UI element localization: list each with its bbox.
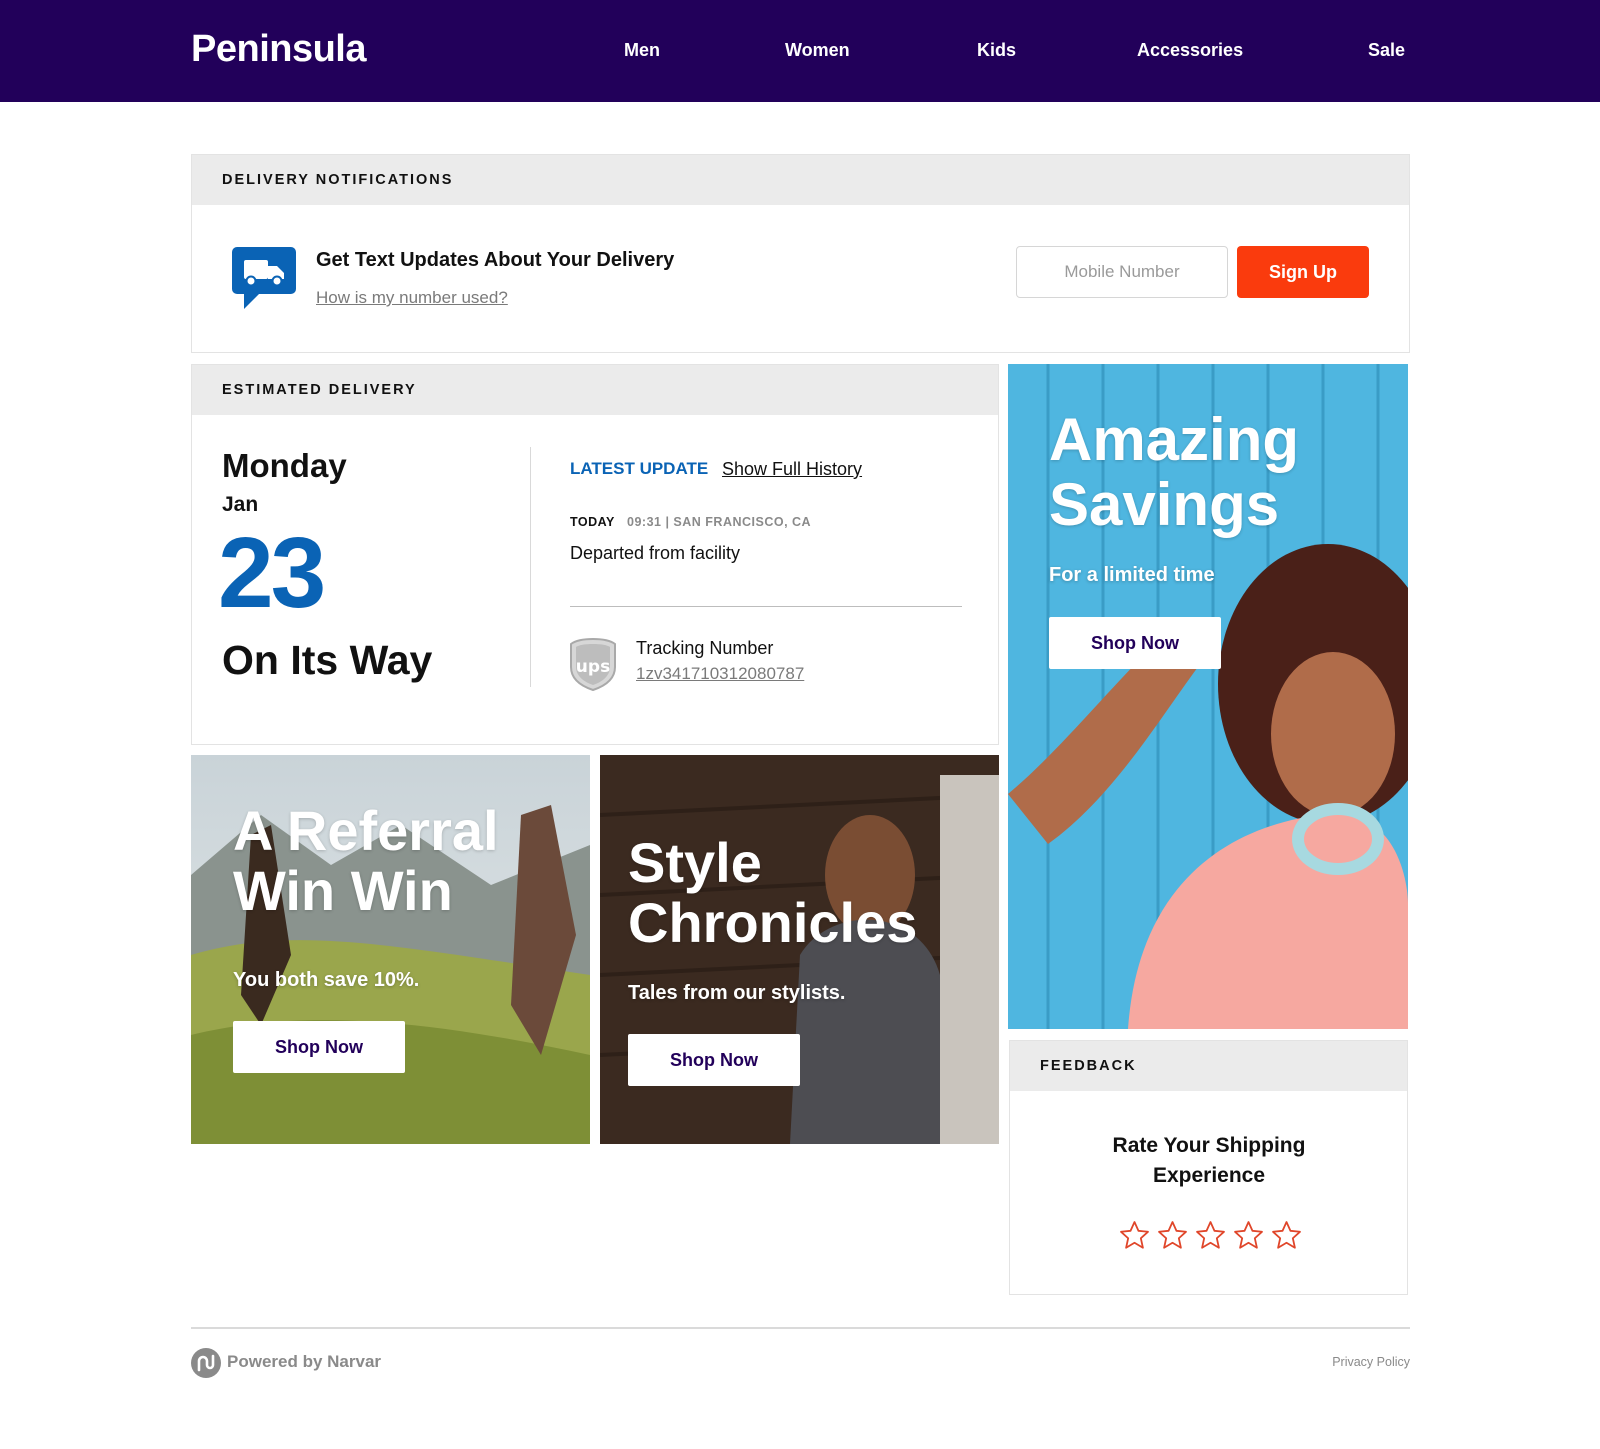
- tracking-number-label: Tracking Number: [636, 638, 774, 658]
- nav-item-sale[interactable]: Sale: [1368, 40, 1405, 61]
- nav-item-accessories[interactable]: Accessories: [1137, 40, 1243, 61]
- promo-referral: A Referral Win Win You both save 10%. Sh…: [191, 755, 590, 1144]
- delivery-month: Jan: [222, 493, 259, 516]
- delivery-day: Monday: [222, 447, 347, 484]
- shipment-status: On Its Way: [222, 637, 433, 683]
- promo-title: A Referral Win Win: [233, 799, 499, 923]
- mobile-number-input[interactable]: [1016, 246, 1228, 298]
- nav-item-kids[interactable]: Kids: [977, 40, 1016, 61]
- ups-icon: ups: [570, 637, 616, 691]
- promo-subtitle: You both save 10%.: [233, 969, 420, 991]
- footer-divider: [191, 1327, 1410, 1329]
- panel-header: DELIVERY NOTIFICATIONS: [192, 155, 1409, 205]
- promo-subtitle: For a limited time: [1049, 564, 1215, 586]
- estimated-delivery-panel: ESTIMATED DELIVERY Monday Jan 23 On Its …: [191, 364, 999, 745]
- panel-header: ESTIMATED DELIVERY: [192, 365, 998, 415]
- sign-up-button[interactable]: Sign Up: [1237, 246, 1369, 298]
- section-heading: DELIVERY NOTIFICATIONS: [222, 172, 454, 188]
- horizontal-divider: [570, 606, 962, 607]
- show-full-history-link[interactable]: Show Full History: [722, 459, 862, 480]
- top-navigation-bar: Peninsula Men Women Kids Accessories Sal…: [0, 0, 1600, 102]
- number-usage-link[interactable]: How is my number used?: [316, 288, 508, 308]
- update-time-location: 09:31 | SAN FRANCISCO, CA: [627, 515, 812, 529]
- tracking-number-link[interactable]: 1zv341710312080787: [636, 664, 804, 684]
- star-icon[interactable]: [1194, 1219, 1227, 1252]
- text-updates-title: Get Text Updates About Your Delivery: [316, 249, 675, 271]
- promo-amazing-savings: Amazing Savings For a limited time Shop …: [1008, 364, 1408, 1029]
- promo-title: Style Chronicles: [628, 831, 918, 955]
- section-heading: ESTIMATED DELIVERY: [222, 382, 417, 398]
- section-heading: FEEDBACK: [1040, 1058, 1137, 1074]
- panel-header: FEEDBACK: [1010, 1041, 1407, 1091]
- promo-subtitle: Tales from our stylists.: [628, 982, 846, 1004]
- latest-update-label: LATEST UPDATE: [570, 459, 709, 478]
- shop-now-button[interactable]: Shop Now: [628, 1034, 800, 1086]
- star-icon[interactable]: [1156, 1219, 1189, 1252]
- star-icon[interactable]: [1270, 1219, 1303, 1252]
- privacy-policy-link[interactable]: Privacy Policy: [1300, 1355, 1410, 1369]
- star-icon[interactable]: [1118, 1219, 1151, 1252]
- svg-text:ups: ups: [576, 657, 610, 677]
- feedback-panel: FEEDBACK Rate Your Shipping Experience: [1009, 1040, 1408, 1295]
- star-icon[interactable]: [1232, 1219, 1265, 1252]
- delivery-date: 23: [218, 517, 326, 629]
- delivery-notifications-panel: DELIVERY NOTIFICATIONS Get Text Updates …: [191, 154, 1410, 353]
- truck-chat-icon: [232, 247, 296, 309]
- vertical-divider: [530, 447, 531, 687]
- nav-item-men[interactable]: Men: [624, 40, 660, 61]
- nav-item-women[interactable]: Women: [785, 40, 850, 61]
- powered-by-text: Powered by Narvar: [227, 1352, 382, 1371]
- shop-now-button[interactable]: Shop Now: [233, 1021, 405, 1073]
- promo-title: Amazing Savings: [1049, 406, 1300, 538]
- promo-style-chronicles: Style Chronicles Tales from our stylists…: [600, 755, 999, 1144]
- narvar-logo-icon: [191, 1348, 221, 1378]
- shop-now-button[interactable]: Shop Now: [1049, 617, 1221, 669]
- update-day: TODAY: [570, 515, 615, 529]
- brand-logo[interactable]: Peninsula: [191, 28, 367, 71]
- rate-shipping-prompt: Rate Your Shipping Experience: [1112, 1134, 1306, 1188]
- star-rating[interactable]: [1118, 1219, 1303, 1252]
- update-event: Departed from facility: [570, 543, 741, 563]
